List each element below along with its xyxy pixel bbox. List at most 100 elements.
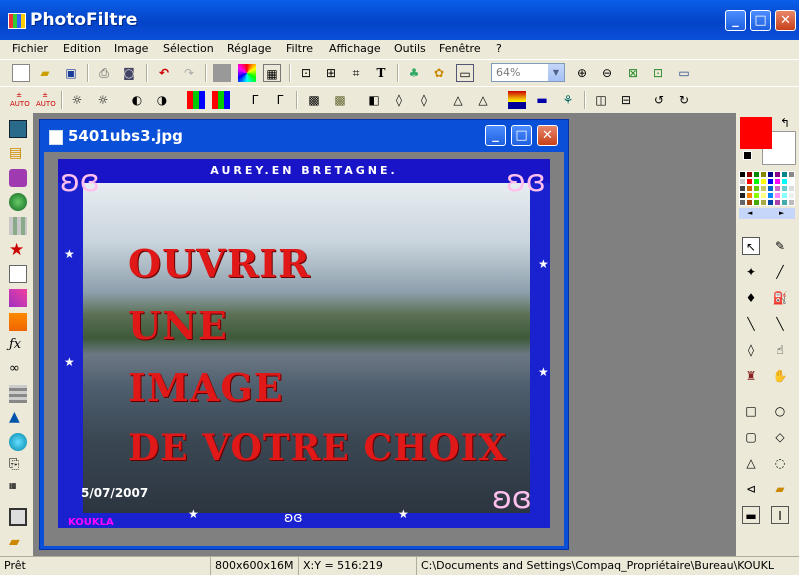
palette-swatch[interactable] [753,199,760,206]
triangle-2-icon[interactable]: △ [474,91,492,109]
palette-swatch[interactable] [781,178,788,185]
menu-filtre[interactable]: Filtre [284,41,315,57]
chain-icon[interactable]: ∞ [9,361,27,379]
open-folder-icon[interactable]: ▰ [36,64,54,82]
swap-colors-icon[interactable]: ↰ [780,116,790,130]
undo-icon[interactable]: ↶ [155,64,173,82]
pattern-icon[interactable] [9,217,27,235]
open-folder-icon[interactable]: ▰ [9,534,27,552]
fill-color-icon[interactable] [9,313,27,331]
sharpen-icon[interactable]: ▩ [331,91,349,109]
frame-effect-icon[interactable] [9,169,27,187]
palette-swatch[interactable] [746,199,753,206]
histogram-icon[interactable]: ▲ [9,409,27,427]
palette-swatch[interactable] [774,171,781,178]
foreground-color-swatch[interactable] [740,117,772,149]
palette-swatch[interactable] [788,199,795,206]
hand-icon[interactable]: ✋ [771,367,789,385]
palette-swatch[interactable] [781,192,788,199]
palette-swatch[interactable] [788,192,795,199]
stamp-icon[interactable]: ♜ [742,367,760,385]
saturation-down-icon[interactable] [187,91,205,109]
brush-icon[interactable]: ╲ [742,315,760,333]
palette-swatch[interactable] [739,199,746,206]
magic-wand-icon[interactable]: ✦ [742,263,760,281]
plugin-icon[interactable]: ✿ [430,64,448,82]
text-tool-icon[interactable]: T [372,64,390,82]
full-screen-icon[interactable]: ▭ [675,64,693,82]
gradient-fill-icon[interactable] [9,289,27,307]
ellipse-select-icon[interactable]: ○ [771,402,789,420]
menu-help[interactable]: ? [494,41,504,57]
palette-swatch[interactable] [760,185,767,192]
open-shape-icon[interactable]: ▰ [771,480,789,498]
actual-size-icon[interactable]: ⊠ [624,64,642,82]
globe-icon[interactable] [9,433,27,451]
new-file-icon[interactable] [12,64,30,82]
palette-swatch[interactable] [774,185,781,192]
flip-horizontal-icon[interactable]: ◫ [592,91,610,109]
app-titlebar[interactable]: PhotoFiltre _ □ ✕ [0,0,799,40]
gradient-icon[interactable] [508,91,526,109]
document-window[interactable]: 5401ubs3.jpg _ □ ✕ AUREY.EN BRETAGNE. OU… [39,119,569,550]
image-size-icon[interactable]: ⊡ [297,64,315,82]
brightness-up-icon[interactable]: ☼ [94,91,112,109]
polygon-select-icon[interactable]: ⊲ [742,480,760,498]
function-icon[interactable]: ƒx [9,337,27,355]
transparency-icon[interactable]: ▦ [263,64,281,82]
advanced-brush-icon[interactable]: ╲ [771,315,789,333]
palette-swatch[interactable] [746,178,753,185]
page-icon[interactable] [9,265,27,283]
palette-swatch[interactable] [781,171,788,178]
contrast-down-icon[interactable]: ◐ [128,91,146,109]
fit-window-icon[interactable]: ⊡ [649,64,667,82]
palette-swatch[interactable] [767,171,774,178]
smudge-icon[interactable]: ☝ [771,341,789,359]
rotate-left-icon[interactable]: ↺ [650,91,668,109]
menu-edition[interactable]: Edition [61,41,103,57]
rectangle-select-icon[interactable]: □ [742,402,760,420]
book-icon[interactable]: ⎘ [9,457,27,475]
scan-icon[interactable]: ◙ [120,64,138,82]
palette-swatch[interactable] [746,185,753,192]
palette-swatch[interactable] [760,178,767,185]
palette-swatch[interactable] [788,178,795,185]
diamond-select-icon[interactable]: ◇ [771,428,789,446]
palette-swatch[interactable] [774,199,781,206]
menu-reglage[interactable]: Réglage [225,41,273,57]
drop-icon[interactable]: ◊ [390,91,408,109]
palette-prev-button[interactable]: ◄ [747,208,752,219]
texture-icon[interactable]: ⚘ [559,91,577,109]
palette-swatch[interactable] [746,171,753,178]
doc-minimize-button[interactable]: _ [485,125,506,146]
chevron-down-icon[interactable]: ▼ [548,64,564,81]
palette-swatch[interactable] [767,178,774,185]
paste-icon[interactable]: ▤ [9,145,27,163]
palette-swatch[interactable] [753,185,760,192]
frame-square-icon[interactable] [9,508,27,526]
palette-swatch[interactable] [774,178,781,185]
palette-swatch[interactable] [739,185,746,192]
sphere-icon[interactable] [9,193,27,211]
select-all-icon[interactable]: ▬ [742,506,760,524]
menu-outils[interactable]: Outils [392,41,428,57]
palette-swatch[interactable] [781,199,788,206]
palette-swatch[interactable] [739,171,746,178]
line-tool-icon[interactable]: ╱ [771,263,789,281]
gamma-down-icon[interactable]: Γ [246,91,264,109]
doc-close-button[interactable]: ✕ [537,125,558,146]
spray-icon[interactable]: ⛽ [771,289,789,307]
menu-fichier[interactable]: Fichier [10,41,50,57]
default-colors-icon[interactable] [743,151,752,160]
window-icon[interactable]: ▭ [456,64,474,82]
blur-icon[interactable]: ▩ [305,91,323,109]
canvas-size-icon[interactable]: ⊞ [322,64,340,82]
menu-affichage[interactable]: Affichage [327,41,383,57]
palette-swatch[interactable] [760,171,767,178]
rounded-rect-select-icon[interactable]: ▢ [742,428,760,446]
relief-icon[interactable]: ◧ [365,91,383,109]
zoom-select[interactable]: 64% ▼ [491,63,565,82]
print-icon[interactable]: ⎙ [95,64,113,82]
rotate-right-icon[interactable]: ↻ [675,91,693,109]
flip-vertical-icon[interactable]: ⊟ [617,91,635,109]
